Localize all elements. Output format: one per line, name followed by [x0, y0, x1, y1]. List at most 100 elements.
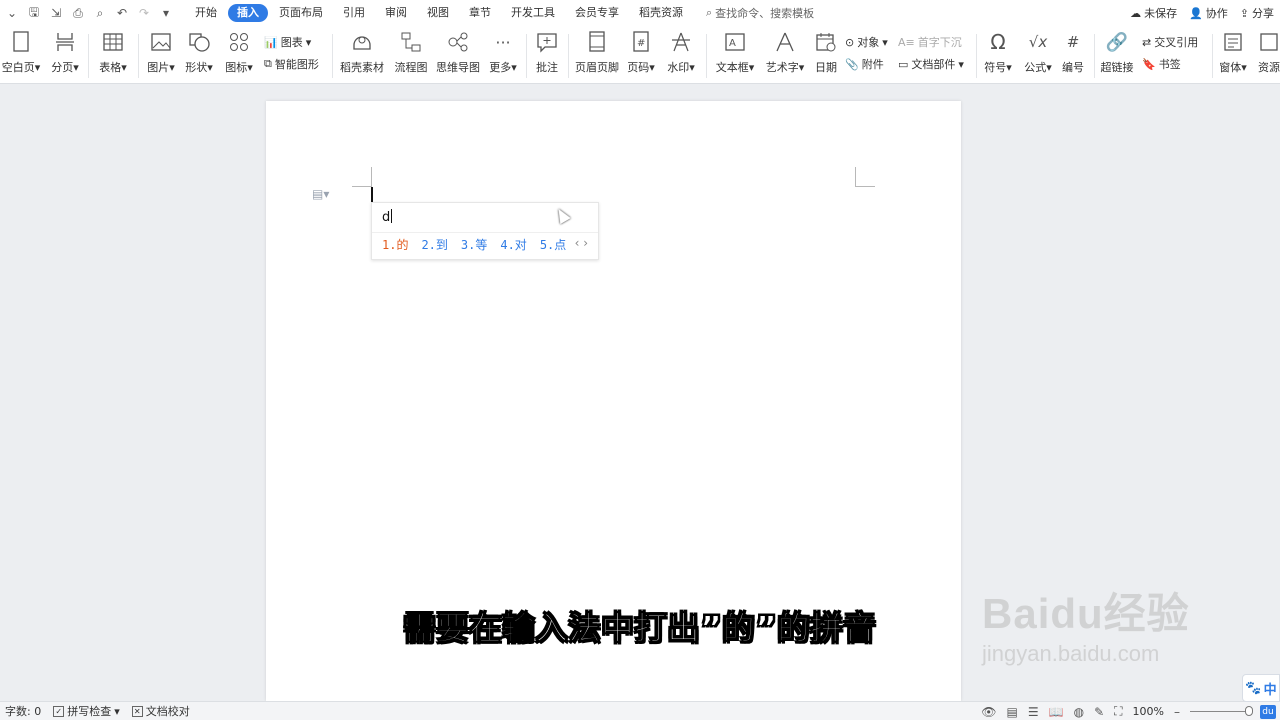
margin-corner-right	[855, 167, 875, 187]
customize-icon[interactable]: ▾	[158, 5, 174, 21]
textbox-label: 文本框	[715, 61, 749, 74]
tab-docer-resources[interactable]: 稻壳资源	[630, 4, 692, 22]
window-button[interactable]: 窗体▾	[1216, 30, 1250, 75]
icon-button[interactable]: 图标▾	[222, 30, 256, 75]
date-button[interactable]: 日期	[811, 30, 841, 75]
eye-icon[interactable]: 👁	[981, 705, 996, 719]
unsaved-button[interactable]: ☁ 未保存	[1130, 5, 1177, 21]
paragraph-menu-icon[interactable]: ▤▾	[312, 187, 329, 201]
fit-page-icon[interactable]: ⛶	[1114, 704, 1122, 719]
blank-page-button[interactable]: 空白页▾	[0, 30, 42, 75]
calendar-icon	[814, 30, 838, 54]
page-number-label: 页码	[627, 61, 650, 74]
ime-candidate[interactable]: 2.到	[421, 236, 447, 253]
tab-member[interactable]: 会员专享	[566, 4, 628, 22]
table-button[interactable]: 表格▾	[96, 30, 130, 75]
cross-ref-button[interactable]: ⇄ 交叉引用	[1142, 34, 1198, 50]
wordart-label: 艺术字	[765, 61, 799, 74]
tab-review[interactable]: 审阅	[376, 4, 416, 22]
page-break-button[interactable]: 分页▾	[48, 30, 82, 75]
ime-status-icon[interactable]: du	[1260, 704, 1276, 719]
more-label: 更多	[489, 61, 512, 74]
ribbon-separator	[976, 34, 977, 78]
hyperlink-button[interactable]: 🔗 超链接	[1099, 30, 1135, 75]
dropcap-icon: A≡	[898, 35, 915, 49]
tab-developer[interactable]: 开发工具	[502, 4, 564, 22]
flowchart-button[interactable]: 流程图	[394, 30, 428, 75]
smart-shape-button[interactable]: ⧉ 智能图形	[264, 56, 319, 72]
collab-button[interactable]: 👤 协作	[1189, 5, 1228, 21]
svg-text:A: A	[729, 38, 736, 49]
word-count[interactable]: 字数: 0	[5, 703, 41, 719]
picture-button[interactable]: 图片▾	[144, 30, 178, 75]
page-number-button[interactable]: # 页码▾	[624, 30, 658, 75]
outline-view-icon[interactable]: ☰	[1028, 705, 1039, 719]
mindmap-button[interactable]: 思维导图	[436, 30, 480, 75]
attachment-button[interactable]: 📎 附件	[845, 56, 884, 72]
spell-check-toggle[interactable]: ✓ 拼写检查 ▾	[53, 703, 120, 719]
resource-button[interactable]: 资源	[1254, 30, 1280, 75]
tab-insert[interactable]: 插入	[228, 4, 268, 22]
bookmark-button[interactable]: 🔖 书签	[1142, 56, 1181, 72]
page-view-icon[interactable]: ▤	[1007, 705, 1018, 719]
baidu-ime-badge[interactable]: 🐾 中	[1242, 674, 1280, 702]
command-search[interactable]: ⌕ 查找命令、搜索模板	[706, 5, 814, 21]
ime-mode-label: 中	[1263, 682, 1277, 698]
tab-references[interactable]: 引用	[334, 4, 374, 22]
share-icon: ⇪	[1239, 6, 1249, 20]
object-button[interactable]: ⊙ 对象 ▾	[845, 34, 888, 50]
symbol-button[interactable]: Ω 符号▾	[981, 30, 1015, 75]
export-icon[interactable]: ⇲	[48, 5, 64, 21]
textbox-icon: A	[723, 30, 747, 54]
reading-view-icon[interactable]: 📖	[1049, 705, 1064, 719]
zoom-slider[interactable]	[1190, 706, 1253, 716]
zoom-level[interactable]: 100%	[1133, 705, 1164, 718]
watermark-button[interactable]: 水印▾	[664, 30, 698, 75]
docer-material-button[interactable]: 稻壳素材	[340, 30, 384, 75]
numbering-button[interactable]: # 编号	[1058, 30, 1088, 75]
doc-parts-icon: ▭	[898, 57, 909, 71]
page-break-icon	[53, 30, 77, 54]
dropcap-label: 首字下沉	[917, 36, 962, 49]
wordart-button[interactable]: 艺术字▾	[763, 30, 807, 75]
ime-divider	[372, 232, 598, 233]
header-footer-button[interactable]: 页眉页脚	[574, 30, 620, 75]
web-view-icon[interactable]: ◍	[1074, 705, 1084, 719]
baidu-watermark: Baidu经验 jingyan.baidu.com	[982, 580, 1190, 667]
undo-icon[interactable]: ↶	[114, 5, 130, 21]
ribbon-separator	[706, 34, 707, 78]
shape-label: 形状	[185, 61, 208, 74]
ime-candidate[interactable]: 5.点	[540, 236, 566, 253]
zoom-slider-handle[interactable]	[1245, 706, 1253, 716]
paw-icon: 🐾	[1245, 680, 1262, 696]
textbox-button[interactable]: A 文本框▾	[713, 30, 757, 75]
share-button[interactable]: ⇪ 分享	[1240, 5, 1274, 21]
ime-candidate[interactable]: 1.的	[382, 236, 408, 253]
tab-section[interactable]: 章节	[460, 4, 500, 22]
print-icon[interactable]: ⎙	[70, 5, 86, 21]
doc-parts-button[interactable]: ▭ 文档部件 ▾	[898, 56, 964, 72]
shape-button[interactable]: 形状▾	[182, 30, 216, 75]
formula-button[interactable]: √x 公式▾	[1021, 30, 1055, 75]
doc-proof-button[interactable]: ✕ 文档校对	[131, 703, 190, 719]
ime-page-nav[interactable]: ‹ ›	[575, 236, 588, 250]
more-button[interactable]: ··· 更多▾	[486, 30, 520, 75]
bookmark-label: 书签	[1158, 58, 1181, 71]
table-icon	[101, 30, 125, 54]
tab-start[interactable]: 开始	[186, 4, 226, 22]
tab-page-layout[interactable]: 页面布局	[270, 4, 332, 22]
chart-button[interactable]: 📊 图表 ▾	[264, 34, 311, 50]
zoom-out-icon[interactable]: –	[1174, 705, 1180, 719]
dropcap-button[interactable]: A≡ 首字下沉	[898, 34, 962, 50]
search-icon: ⌕	[706, 6, 713, 19]
ime-candidate[interactable]: 3.等	[461, 236, 487, 253]
pen-icon[interactable]: ✎	[1094, 705, 1104, 719]
comment-button[interactable]: 批注	[532, 30, 562, 75]
ribbon-separator	[88, 34, 89, 78]
redo-icon[interactable]: ↷	[136, 5, 152, 21]
tab-view[interactable]: 视图	[418, 4, 458, 22]
save-icon[interactable]: 🖫	[26, 5, 42, 21]
print-preview-icon[interactable]: ⌕	[92, 5, 108, 21]
ime-candidate[interactable]: 4.对	[500, 236, 526, 253]
chevron-down-icon[interactable]: ⌄	[4, 5, 20, 21]
